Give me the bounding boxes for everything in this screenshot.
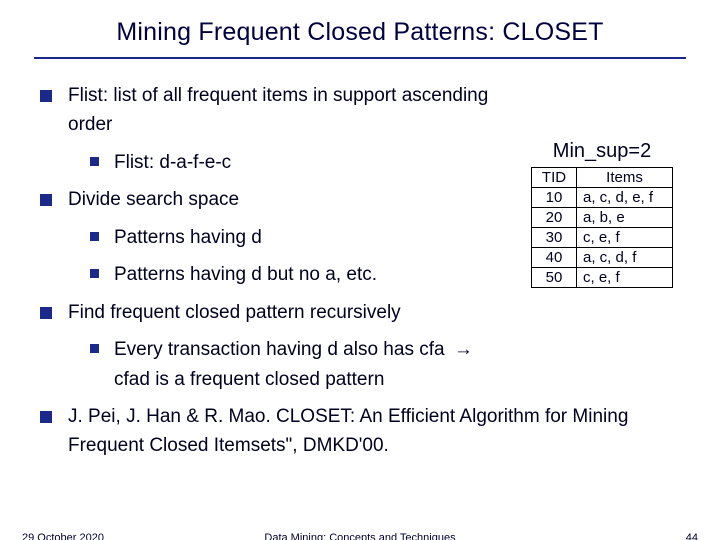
square-bullet-icon (40, 307, 52, 319)
cell-tid: 50 (532, 268, 577, 288)
bullet-text: Patterns having d (114, 227, 262, 248)
footer-center: Data Mining: Concepts and Techniques (0, 532, 720, 540)
bullet-text: Patterns having d but no a, etc. (114, 264, 377, 285)
bullet-patterns-d-no-a: Patterns having d but no a, etc. (90, 260, 516, 289)
col-tid: TID (532, 168, 577, 188)
bullet-text: J. Pei, J. Han & R. Mao. CLOSET: An Effi… (68, 406, 628, 456)
cell-tid: 40 (532, 248, 577, 268)
bullet-text-post: cfad is a frequent closed pattern (114, 369, 384, 390)
bullet-text: Divide search space (68, 189, 239, 210)
min-sup-label: Min_sup=2 (526, 140, 678, 163)
bullet-cfad: Every transaction having d also has cfa … (90, 335, 516, 394)
table-row: 10 a, c, d, e, f (532, 188, 673, 208)
bullet-text: Flist: d-a-f-e-c (114, 152, 231, 173)
cell-items: c, e, f (577, 268, 673, 288)
slide-title: Mining Frequent Closed Patterns: CLOSET (34, 18, 686, 59)
footer-page-number: 44 (686, 532, 698, 540)
bullet-text: Find frequent closed pattern recursively (68, 302, 401, 323)
table-row: 20 a, b, e (532, 208, 673, 228)
bullet-patterns-d: Patterns having d (90, 223, 516, 252)
table-row: 40 a, c, d, f (532, 248, 673, 268)
square-bullet-icon (40, 411, 52, 423)
square-bullet-icon (90, 157, 99, 166)
cell-items: a, c, d, e, f (577, 188, 673, 208)
square-bullet-icon (90, 344, 99, 353)
cell-tid: 20 (532, 208, 577, 228)
cell-items: a, b, e (577, 208, 673, 228)
cell-tid: 30 (532, 228, 577, 248)
bullet-citation: J. Pei, J. Han & R. Mao. CLOSET: An Effi… (40, 402, 686, 461)
table-row: 50 c, e, f (532, 268, 673, 288)
square-bullet-icon (90, 232, 99, 241)
cell-items: c, e, f (577, 228, 673, 248)
square-bullet-icon (40, 194, 52, 206)
table-header-row: TID Items (532, 168, 673, 188)
cell-items: a, c, d, f (577, 248, 673, 268)
table-row: 30 c, e, f (532, 228, 673, 248)
bullet-text-pre: Every transaction having d also has cfa (114, 339, 450, 360)
transactions-table: TID Items 10 a, c, d, e, f 20 a, b, e 30… (531, 167, 673, 288)
bullet-flist-value: Flist: d-a-f-e-c (90, 148, 516, 177)
col-items: Items (577, 168, 673, 188)
bullet-find-recursive: Find frequent closed pattern recursively… (40, 298, 686, 394)
square-bullet-icon (40, 90, 52, 102)
arrow-right-icon: → (450, 335, 477, 364)
cell-tid: 10 (532, 188, 577, 208)
bullet-text: Flist: list of all frequent items in sup… (68, 85, 488, 135)
square-bullet-icon (90, 269, 99, 278)
